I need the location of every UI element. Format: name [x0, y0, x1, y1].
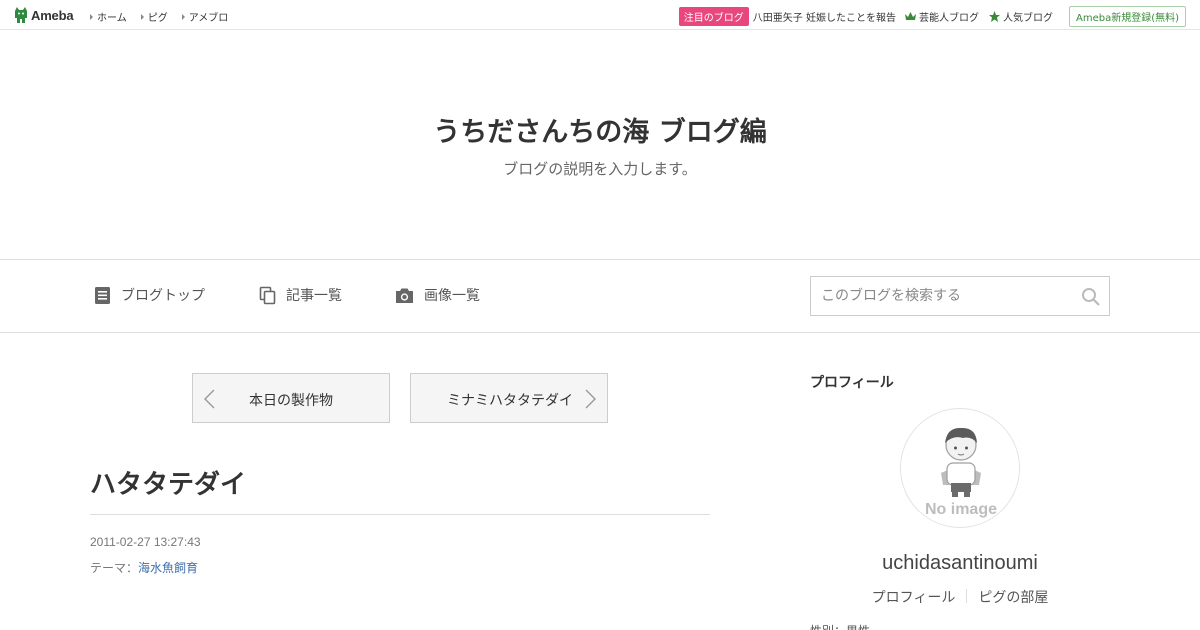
blog-search	[810, 276, 1110, 316]
celebrity-blog-link[interactable]: 芸能人ブログ	[904, 9, 979, 24]
document-icon	[95, 286, 110, 304]
avatar[interactable]: No image	[900, 408, 1020, 528]
top-right-links: 注目のブログ 八田亜矢子 妊娠したことを報告 芸能人ブログ 人気ブログ Ameb…	[678, 6, 1186, 27]
copy-icon	[259, 286, 276, 304]
blog-header: うちださんちの海 ブログ編 ブログの説明を入力します。	[0, 30, 1200, 260]
blog-title[interactable]: うちださんちの海 ブログ編	[0, 110, 1200, 149]
article-theme: テーマ：海水魚飼育	[90, 559, 198, 576]
article-datetime: 2011-02-27 13:27:43	[90, 535, 201, 549]
prev-article-button[interactable]: 本日の製作物	[192, 373, 390, 423]
featured-badge: 注目のブログ	[678, 7, 749, 26]
next-article-label: ミナミハタタテダイ	[447, 393, 573, 409]
profile-gender: 性別：男性	[810, 622, 870, 630]
profile-links: プロフィール ピグの部屋	[810, 587, 1110, 607]
top-nav: ホーム ピグ アメブロ	[90, 9, 228, 24]
nav-image-list-label: 画像一覧	[424, 288, 480, 304]
triangle-right-icon	[140, 13, 144, 20]
signup-button[interactable]: Ameba新規登録(無料)	[1068, 6, 1186, 27]
search-input[interactable]	[811, 277, 1071, 315]
star-icon	[988, 11, 1000, 22]
no-image-avatar-icon: No image	[925, 427, 997, 518]
top-nav-label: ホーム	[97, 13, 127, 24]
nav-image-list[interactable]: 画像一覧	[395, 285, 480, 305]
next-article-button[interactable]: ミナミハタタテダイ	[410, 373, 608, 423]
link-separator	[966, 589, 968, 603]
top-nav-home[interactable]: ホーム	[90, 9, 127, 24]
triangle-right-icon	[90, 13, 93, 20]
profile-heading: プロフィール	[810, 375, 894, 391]
crown-icon	[904, 12, 916, 20]
theme-link[interactable]: 海水魚飼育	[138, 561, 198, 575]
avatar-no-image-text: No image	[925, 501, 997, 518]
profile-link[interactable]: プロフィール	[872, 587, 956, 607]
divider	[90, 514, 710, 515]
chevron-left-icon	[204, 389, 215, 409]
blog-navbar: ブログトップ 記事一覧 画像一覧	[0, 260, 1200, 333]
popular-blog-label: 人気ブログ	[1002, 13, 1053, 24]
logo-text: Ameba	[31, 7, 74, 23]
top-nav-label: アメブロ	[188, 13, 229, 24]
nav-blog-top-label: ブログトップ	[121, 288, 205, 304]
popular-blog-link[interactable]: 人気ブログ	[988, 9, 1053, 24]
featured-blog-link[interactable]: 八田亜矢子 妊娠したことを報告	[753, 9, 896, 24]
search-icon[interactable]	[1081, 287, 1101, 307]
chevron-right-icon	[585, 389, 596, 409]
celebrity-blog-label: 芸能人ブログ	[918, 13, 979, 24]
top-nav-label: ピグ	[147, 13, 168, 24]
profile-username[interactable]: uchidasantinoumi	[810, 552, 1110, 575]
prev-article-label: 本日の製作物	[249, 393, 333, 409]
top-nav-pigg[interactable]: ピグ	[140, 9, 168, 24]
theme-label: テーマ：	[90, 561, 139, 575]
top-bar: Ameba ホーム ピグ アメブロ 注目のブログ 八田亜矢子 妊娠したことを報告…	[0, 0, 1200, 30]
camera-icon	[396, 288, 413, 303]
ameba-logo[interactable]: Ameba	[14, 6, 74, 24]
ameba-mascot-icon	[15, 7, 27, 23]
nav-article-list[interactable]: 記事一覧	[259, 285, 342, 305]
blog-description: ブログの説明を入力します。	[503, 160, 697, 178]
article-title[interactable]: ハタタテダイ	[90, 464, 246, 501]
top-nav-amebro[interactable]: アメブロ	[181, 9, 229, 24]
nav-article-list-label: 記事一覧	[286, 288, 342, 304]
pigg-room-link[interactable]: ピグの部屋	[978, 587, 1048, 607]
nav-blog-top[interactable]: ブログトップ	[94, 285, 205, 305]
triangle-right-icon	[181, 13, 185, 20]
